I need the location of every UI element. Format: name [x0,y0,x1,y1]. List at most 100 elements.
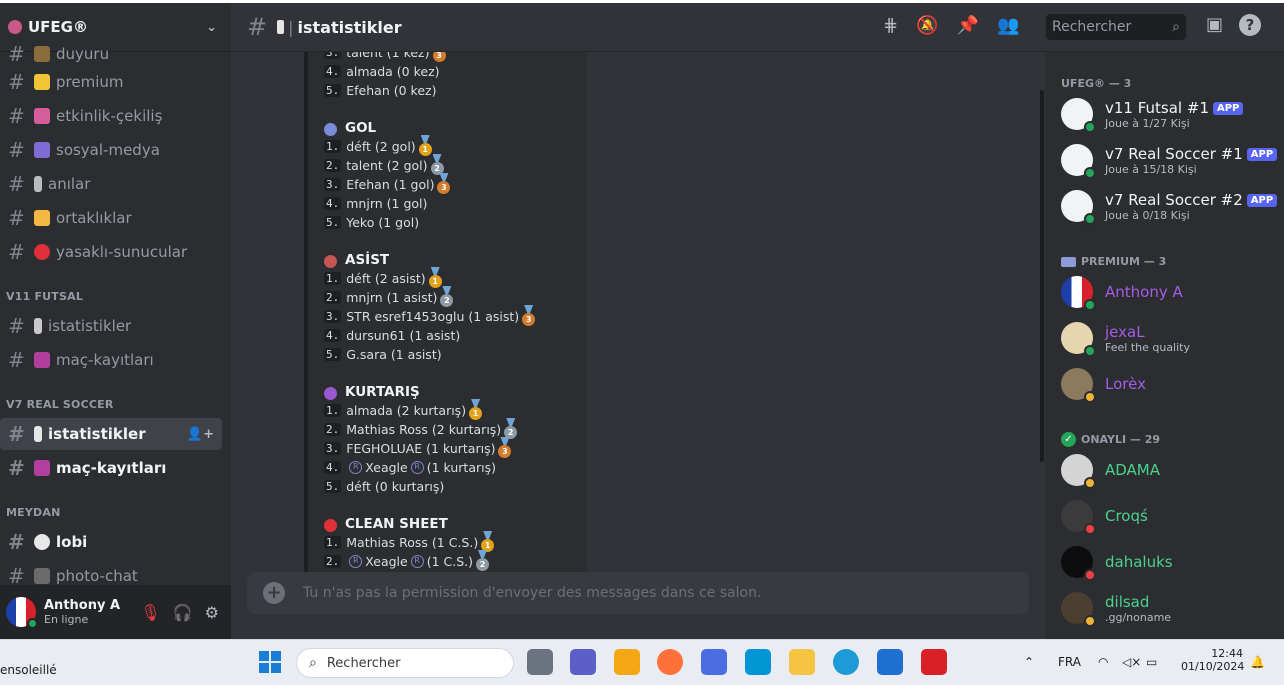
speech-bubble-icon [34,534,50,550]
mail-icon[interactable] [877,649,903,675]
channel-futsal-mac-kayitlari[interactable]: # maç-kayıtları [0,344,222,376]
add-member-icon[interactable]: 👤+ [187,427,214,442]
hash-icon: # [8,172,25,196]
channel-etkinlik-cekilis[interactable]: # etkinlik-çekiliş [0,100,222,132]
channel-real-istatistikler[interactable]: # istatistikler 👤+ [0,418,222,450]
scrollbar[interactable] [1040,90,1044,462]
check-icon: ✓ [1061,432,1076,447]
medal-icon [34,318,42,334]
list-item-text: talent (1 kez) [346,52,430,60]
message-composer[interactable]: + Tu n'as pas la permission d'envoyer de… [247,572,1029,614]
task-view-icon[interactable] [527,649,553,675]
list-item: 5. Efehan (0 kez) [324,81,436,100]
gear-icon[interactable]: ⚙ [205,603,219,622]
channel-real-mac-kayitlari[interactable]: # maç-kayıtları [0,452,222,484]
channel-ortakliklar[interactable]: # ortaklıklar [0,202,222,234]
member-activity: Joue à 0/18 Kişi [1105,208,1190,222]
hash-icon: # [8,456,25,480]
bronze-medal-icon: 3 [432,52,446,62]
channel-label: duyuru [56,45,110,63]
battery-icon[interactable]: ▭ [1146,655,1157,669]
user-info[interactable]: Anthony A En ligne [44,598,120,626]
chevron-down-icon[interactable]: ⌄ [206,20,217,35]
microphone-muted-icon[interactable]: 🎙 [140,603,160,622]
hash-icon: # [8,530,25,554]
plus-icon[interactable]: + [263,582,285,604]
teams-icon[interactable] [570,649,596,675]
section-title: GOL [324,118,376,137]
headphones-icon[interactable]: 🎧 [173,603,193,622]
hash-icon: # [8,138,25,162]
channel-title: istatistikler [297,17,402,37]
inbox-icon[interactable]: ▣ [1206,14,1223,36]
help-icon[interactable]: ? [1239,14,1262,36]
member-item[interactable]: v7 Real Soccer #2 APP Joue à 0/18 Kişi [1061,190,1281,225]
firefox-icon[interactable] [657,649,683,675]
list-item-text: Yeko (1 gol) [346,215,420,230]
store-icon[interactable] [614,649,640,675]
threads-icon[interactable]: ⋕ [883,15,898,36]
search-input[interactable]: Rechercher ⌕ [1046,14,1186,40]
copilot-icon[interactable] [701,649,727,675]
volume-muted-icon[interactable]: ◁× [1122,655,1141,669]
list-item-text: (1 C.S.) [426,554,473,569]
category-meydan[interactable]: MEYDAN [6,506,60,519]
list-item-text: déft (2 gol) [346,139,416,154]
avatar[interactable] [6,597,38,629]
windows-taskbar: ensoleillé ⌕ Rechercher ⌃ FRA ◠ ◁× ▭ 12:4… [0,639,1284,685]
channel-anilar[interactable]: # anılar [0,168,222,200]
member-activity: Joue à 1/27 Kişi [1105,116,1190,130]
edge-icon[interactable] [833,649,859,675]
windows-start-icon[interactable] [259,651,281,673]
clock[interactable]: 12:44 01/10/2024 [1181,647,1244,673]
avatar [1061,98,1096,133]
ribbon-icon [34,176,42,192]
list-item-text: Mathias Ross (1 C.S.) [346,535,479,550]
member-item[interactable]: Anthony A [1061,276,1281,311]
online-status-icon [1084,345,1096,357]
header-toolbar-right: ▣ ? [1206,14,1262,36]
channel-yasakli-sunucular[interactable]: # yasaklı-sunucular [0,236,222,268]
bronze-medal-icon: 3 [437,181,451,194]
registered-icon: R [410,555,424,568]
list-item: 4. dursun61 (1 asist) [324,326,460,345]
member-item[interactable]: v11 Futsal #1 APP Joue à 1/27 Kişi [1061,98,1281,133]
tlc-icon[interactable] [921,649,947,675]
language-indicator[interactable]: FRA [1058,655,1081,669]
category-v7-real-soccer[interactable]: V7 REAL SOCCER [6,398,114,411]
hash-icon: # [8,314,25,338]
rank-number: 2. [324,159,342,172]
member-item[interactable]: Lorèx [1061,368,1281,403]
channel-futsal-istatistikler[interactable]: # istatistikler [0,310,222,342]
wifi-icon[interactable]: ◠ [1098,655,1108,669]
notification-muted-icon[interactable]: 🔕 [916,15,938,36]
search-placeholder: Rechercher [1052,19,1132,35]
online-status-icon [1084,121,1096,133]
channel-premium[interactable]: # premium [0,66,222,98]
folder-icon[interactable] [789,649,815,675]
online-status-icon [1084,299,1096,311]
member-item[interactable]: Croqś [1061,500,1281,535]
member-item[interactable]: ADAMA [1061,454,1281,489]
list-item-text: Xeagle [365,460,408,475]
channel-label: photo-chat [56,567,138,585]
category-v11-futsal[interactable]: V11 FUTSAL [6,290,83,303]
bronze-medal-icon: 3 [522,313,536,326]
weather-widget[interactable]: ensoleillé [0,663,57,677]
member-category: UFEG® — 3 [1061,77,1131,90]
member-item[interactable]: jexaL Feel the quality [1061,322,1281,357]
taskbar-search[interactable]: ⌕ Rechercher [296,648,514,678]
channel-sosyal-medya[interactable]: # sosyal-medya [0,134,222,166]
list-item-text: Xeagle [365,554,408,569]
list-item: 2. R Xeagle R (1 C.S.) 2 [324,552,489,571]
notification-icon[interactable]: 🔔 [1250,655,1265,669]
chevron-up-icon[interactable]: ⌃ [1024,655,1034,669]
members-icon[interactable]: 👥 [997,15,1019,36]
hp-icon[interactable] [745,649,771,675]
member-item[interactable]: v7 Real Soccer #1 APP Joue à 15/18 Kişi [1061,144,1281,179]
member-item[interactable]: dahaluks [1061,546,1281,581]
channel-lobi[interactable]: # lobi [0,526,222,558]
list-item: 4. almada (0 kez) [324,62,440,81]
pin-icon[interactable]: 📌 [957,15,979,36]
member-item[interactable]: dilsad .gg/noname [1061,592,1281,627]
